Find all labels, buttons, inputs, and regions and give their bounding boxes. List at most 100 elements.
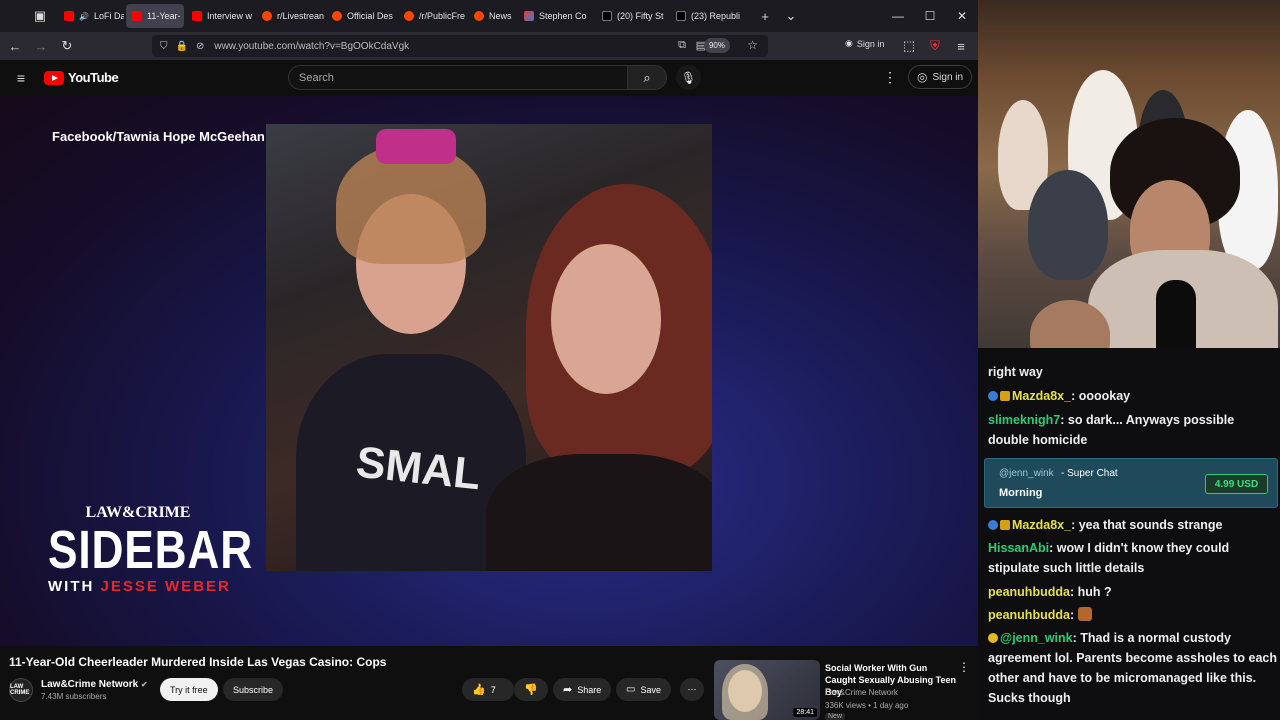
tab-list-icon[interactable]: ▣ <box>28 4 52 28</box>
ublock-icon[interactable]: ⛨ <box>922 34 948 58</box>
like-count: 7 <box>490 684 496 695</box>
tab-overflow-chevron-icon[interactable]: ⌄ <box>778 4 804 28</box>
chat-username[interactable]: Mazda8x_ <box>1012 389 1071 403</box>
search-input[interactable]: Search <box>288 65 628 90</box>
minimize-button[interactable]: — <box>882 0 914 32</box>
back-button[interactable]: ← <box>2 34 28 58</box>
channel-name-text: Law&Crime Network <box>41 679 139 690</box>
tab-label: (20) Fifty St <box>617 11 664 21</box>
tab-4[interactable]: r/Livestrean <box>256 4 324 28</box>
like-button[interactable]: 👍 7 <box>462 678 514 701</box>
x-icon <box>676 11 686 21</box>
channel-avatar[interactable]: LAW CRIME <box>9 678 33 702</box>
channel-name[interactable]: Law&Crime Network ✔ <box>41 679 148 690</box>
tab-label: Official Des <box>347 11 393 21</box>
hamburger-menu-icon[interactable]: ≡ <box>8 66 34 90</box>
youtube-icon <box>64 11 74 21</box>
menu-icon[interactable]: ≡ <box>948 34 974 58</box>
recommended-channel[interactable]: Law&Crime Network <box>825 688 898 697</box>
search-icon: ⌕ <box>643 69 651 85</box>
new-badge: New <box>825 713 846 720</box>
tab-9[interactable]: (20) Fifty St <box>596 4 668 28</box>
chat-badge-icon <box>988 520 998 530</box>
save-label: Save <box>640 684 661 695</box>
try-free-button[interactable]: Try it free <box>160 678 218 701</box>
url-text[interactable]: www.youtube.com/watch?v=BgOOkCdaVgk <box>214 41 409 52</box>
more-actions-button[interactable]: ⋯ <box>680 678 704 701</box>
forward-button[interactable]: → <box>28 34 54 58</box>
chat-message: right way <box>988 362 1278 382</box>
verified-icon: ✔ <box>141 680 148 689</box>
voice-search-button[interactable]: 🎙 <box>676 65 701 90</box>
chat-username[interactable]: HissanAbi <box>988 541 1049 555</box>
zoom-level[interactable]: 90% <box>703 38 730 53</box>
recommended-thumbnail[interactable]: 28:41 <box>714 660 820 720</box>
sidebar-wordmark: SIDEBAR <box>48 520 254 580</box>
picture-in-picture-icon[interactable]: ⧉ <box>678 39 686 52</box>
chat-username[interactable]: peanuhbudda <box>988 585 1070 599</box>
dislike-button[interactable]: 👎 <box>514 678 548 701</box>
search-button[interactable]: ⌕ <box>627 65 667 90</box>
maximize-button[interactable]: ☐ <box>914 0 946 32</box>
youtube-signin-button[interactable]: ◎ Sign in <box>908 65 973 89</box>
tab-5[interactable]: Official Des <box>326 4 396 28</box>
browser-window: ▣ 🔊 LoFi Da11-Year-✕ Interview wr/Livestre… <box>0 0 978 720</box>
tab-2[interactable]: 11-Year-✕ <box>126 4 184 28</box>
permissions-icon[interactable]: ⊘ <box>196 41 204 52</box>
chat-message: slimeknigh7: so dark... Anyways possible… <box>988 410 1278 450</box>
search-placeholder: Search <box>299 71 334 84</box>
share-label: Share <box>577 684 602 695</box>
tab-7[interactable]: News <box>468 4 516 28</box>
user-circle-icon: ◎ <box>917 70 928 84</box>
tab-label: (23) Republi <box>691 11 741 21</box>
reddit-icon <box>332 11 342 21</box>
superchat-user[interactable]: @jenn_wink <box>999 468 1054 479</box>
tab-label: LoFi Da <box>93 11 124 21</box>
save-button[interactable]: ▭ Save <box>616 678 671 701</box>
photo-credit: Facebook/Tawnia Hope McGeehan <box>52 129 265 144</box>
chat-username[interactable]: slimeknigh7 <box>988 413 1060 427</box>
thumbs-down-icon: 👎 <box>524 684 538 696</box>
tab-1[interactable]: 🔊 LoFi Da <box>58 4 124 28</box>
superchat-amount: 4.99 USD <box>1205 474 1268 494</box>
lock-icon[interactable]: 🔒 <box>176 41 188 52</box>
settings-kebab-icon[interactable]: ⋮ <box>883 69 897 86</box>
host-line: WITH JESSE WEBER <box>48 578 288 595</box>
subscribe-button[interactable]: Subscribe <box>223 678 284 701</box>
tab-8[interactable]: Stephen Co <box>518 4 594 28</box>
tab-label: Interview w <box>207 11 253 21</box>
video-duration: 28:41 <box>793 708 817 717</box>
share-arrow-icon: ➦ <box>563 684 573 696</box>
chat-message: @jenn_wink: Thad is a normal custody agr… <box>988 628 1278 708</box>
recommended-more-icon[interactable]: ⋮ <box>958 660 970 674</box>
share-button[interactable]: ➦ Share <box>553 678 612 701</box>
tab-10[interactable]: (23) Republi <box>670 4 746 28</box>
live-chat-panel: right way Mazda8x_: ooookay slimeknigh7: s… <box>978 348 1280 720</box>
tab-3[interactable]: Interview w <box>186 4 254 28</box>
recommended-meta: 336K views • 1 day ago <box>825 701 909 710</box>
chat-username[interactable]: @jenn_wink <box>1000 631 1073 645</box>
subscriber-count: 7.43M subscribers <box>41 692 107 701</box>
account-signin[interactable]: ◉ Sign in <box>845 38 884 49</box>
extensions-icon[interactable]: ⬚ <box>896 34 922 58</box>
video-player[interactable]: Facebook/Tawnia Hope McGeehan SMAL LAW&C… <box>0 96 978 646</box>
new-tab-button[interactable]: + <box>752 4 778 28</box>
youtube-logo[interactable]: YouTube <box>44 70 119 85</box>
url-bar[interactable]: ⛉ 🔒 ⊘ www.youtube.com/watch?v=BgOOkCdaVg… <box>152 35 768 57</box>
screen: ▣ 🔊 LoFi Da11-Year-✕ Interview wr/Livestre… <box>0 0 1280 720</box>
woman-face <box>551 244 661 394</box>
chat-username[interactable]: Mazda8x_ <box>1012 518 1071 532</box>
chat-username[interactable]: peanuhbudda <box>988 608 1070 622</box>
reload-button[interactable]: ↻ <box>54 34 80 58</box>
bookmark-star-icon[interactable]: ☆ <box>747 38 758 52</box>
woman-shirt <box>486 454 712 571</box>
recommended-video[interactable]: 28:41 Social Worker With Gun Caught Sexu… <box>714 660 976 720</box>
x-icon <box>602 11 612 21</box>
speaker-icon[interactable]: 🔊 <box>79 12 89 21</box>
tab-6[interactable]: /r/PublicFre <box>398 4 466 28</box>
close-window-button[interactable]: ✕ <box>946 0 978 32</box>
chat-message: peanuhbudda: huh ? <box>988 582 1278 602</box>
account-icon: ◉ <box>845 38 853 48</box>
shield-icon[interactable]: ⛉ <box>160 41 168 52</box>
youtube-header: ≡ YouTube Search ⌕ 🎙 ⋮ ◎ Sign in <box>0 60 978 96</box>
